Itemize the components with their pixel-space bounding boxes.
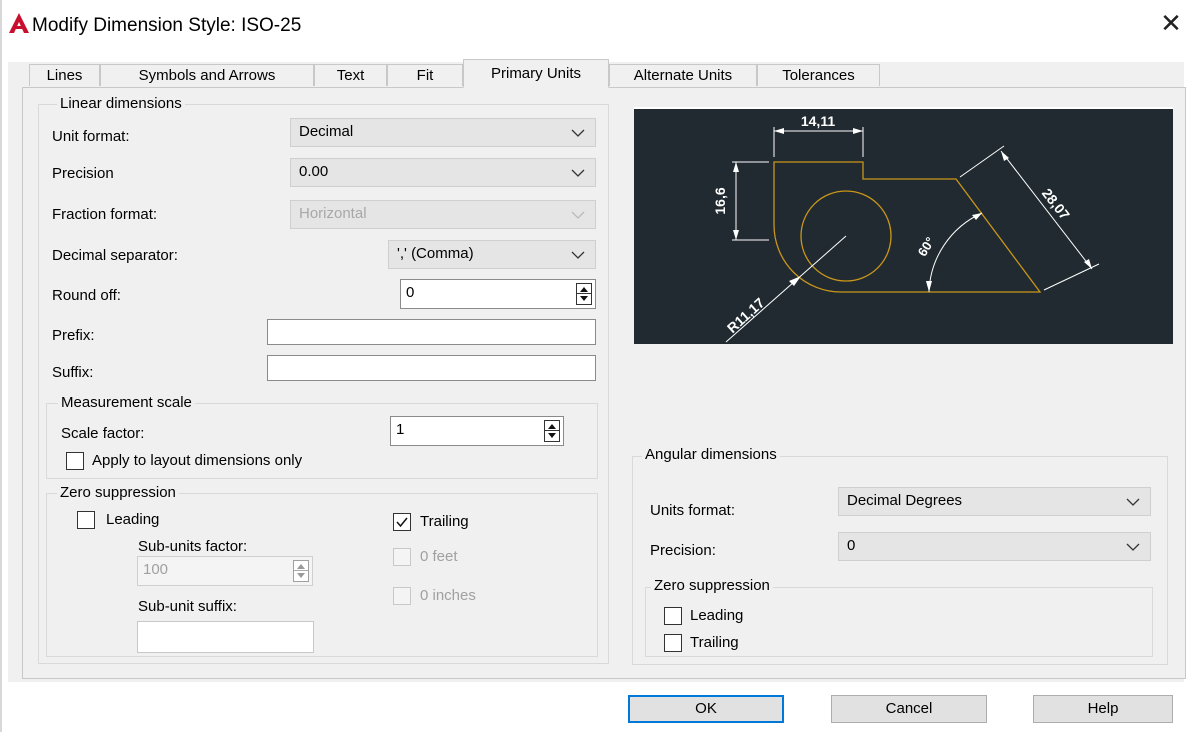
precision-label: Precision bbox=[52, 165, 114, 182]
linear-dimensions-legend: Linear dimensions bbox=[57, 95, 185, 112]
angular-precision-value: 0 bbox=[847, 537, 856, 554]
angular-units-format-label: Units format: bbox=[650, 502, 736, 519]
fraction-format-dropdown[interactable]: Horizontal bbox=[290, 200, 596, 229]
prefix-label: Prefix: bbox=[52, 327, 95, 344]
round-off-label: Round off: bbox=[52, 287, 121, 304]
chevron-down-icon bbox=[1126, 498, 1140, 506]
sub-units-factor-value: 100 bbox=[143, 561, 169, 578]
width-dimension-label: 14,11 bbox=[801, 113, 835, 129]
trailing-label: Trailing bbox=[420, 513, 469, 530]
prefix-input[interactable] bbox=[267, 319, 596, 345]
height-dimension-label: 16,6 bbox=[712, 187, 728, 214]
radius-dimension-label: R11,17 bbox=[724, 294, 768, 336]
chevron-down-icon bbox=[1126, 543, 1140, 551]
round-off-spinner[interactable]: 0 bbox=[400, 279, 596, 309]
tab-text[interactable]: Text bbox=[314, 64, 387, 86]
tab-tolerances[interactable]: Tolerances bbox=[757, 64, 880, 86]
chevron-down-icon bbox=[571, 169, 585, 177]
decimal-separator-dropdown[interactable]: ',' (Comma) bbox=[388, 240, 596, 269]
apply-layout-label: Apply to layout dimensions only bbox=[92, 452, 303, 469]
chevron-down-icon bbox=[571, 129, 585, 137]
angular-zero-suppression-legend: Zero suppression bbox=[651, 577, 773, 594]
unit-format-value: Decimal bbox=[299, 123, 354, 140]
scale-factor-value: 1 bbox=[396, 421, 405, 438]
spinner-arrows-icon[interactable] bbox=[576, 283, 592, 305]
window-title: Modify Dimension Style: ISO-25 bbox=[32, 15, 302, 36]
preview-drawing: 14,11 16,6 28,07 60° R11,17 bbox=[712, 113, 1100, 343]
measurement-scale-legend: Measurement scale bbox=[58, 394, 195, 411]
tab-fit[interactable]: Fit bbox=[387, 64, 463, 86]
checkmark-icon bbox=[396, 517, 408, 528]
angular-units-format-value: Decimal Degrees bbox=[847, 492, 963, 509]
ok-button[interactable]: OK bbox=[628, 695, 784, 723]
tab-primary-units-active[interactable]: Primary Units bbox=[463, 59, 609, 88]
precision-dropdown[interactable]: 0.00 bbox=[290, 158, 596, 187]
scale-factor-label: Scale factor: bbox=[61, 425, 145, 442]
chevron-down-icon bbox=[571, 251, 585, 259]
zero-inches-checkbox[interactable] bbox=[393, 587, 411, 605]
angular-precision-dropdown[interactable]: 0 bbox=[838, 532, 1151, 561]
angular-trailing-label: Trailing bbox=[690, 634, 739, 651]
round-off-value: 0 bbox=[406, 284, 415, 301]
sub-unit-suffix-label: Sub-unit suffix: bbox=[138, 598, 237, 615]
cancel-button[interactable]: Cancel bbox=[831, 695, 987, 723]
dimension-preview: 14,11 16,6 28,07 60° R11,17 bbox=[634, 107, 1173, 344]
tab-alternate-units[interactable]: Alternate Units bbox=[609, 64, 757, 86]
angular-precision-label: Precision: bbox=[650, 542, 716, 559]
suffix-input[interactable] bbox=[267, 355, 596, 381]
decimal-separator-label: Decimal separator: bbox=[52, 247, 178, 264]
chevron-down-icon bbox=[571, 211, 585, 219]
sub-units-factor-spinner[interactable]: 100 bbox=[137, 556, 313, 586]
autocad-a-icon bbox=[9, 13, 29, 33]
zero-feet-label: 0 feet bbox=[420, 548, 458, 565]
leading-checkbox[interactable] bbox=[77, 511, 95, 529]
tab-lines[interactable]: Lines bbox=[29, 64, 100, 86]
angular-leading-label: Leading bbox=[690, 607, 744, 624]
unit-format-label: Unit format: bbox=[52, 128, 130, 145]
zero-suppression-legend: Zero suppression bbox=[57, 484, 179, 501]
decimal-separator-value: ',' (Comma) bbox=[397, 245, 474, 262]
suffix-label: Suffix: bbox=[52, 364, 94, 381]
fraction-format-value: Horizontal bbox=[299, 205, 367, 222]
scale-factor-spinner[interactable]: 1 bbox=[390, 416, 564, 446]
angular-dimensions-legend: Angular dimensions bbox=[642, 446, 780, 463]
angle-dimension-label: 60° bbox=[915, 234, 938, 259]
diagonal-dimension-label: 28,07 bbox=[1039, 185, 1073, 223]
window-border bbox=[0, 0, 2, 732]
fraction-format-label: Fraction format: bbox=[52, 206, 158, 223]
zero-inches-label: 0 inches bbox=[420, 587, 476, 604]
apply-layout-checkbox[interactable] bbox=[66, 452, 84, 470]
close-icon[interactable]: ✕ bbox=[1158, 8, 1184, 38]
leading-label: Leading bbox=[106, 511, 160, 528]
tab-symbols-and-arrows[interactable]: Symbols and Arrows bbox=[100, 64, 314, 86]
trailing-checkbox[interactable] bbox=[393, 513, 411, 531]
angular-trailing-checkbox[interactable] bbox=[664, 634, 682, 652]
help-button[interactable]: Help bbox=[1033, 695, 1173, 723]
sub-unit-suffix-input[interactable] bbox=[137, 621, 314, 653]
angular-units-format-dropdown[interactable]: Decimal Degrees bbox=[838, 487, 1151, 516]
zero-feet-checkbox[interactable] bbox=[393, 548, 411, 566]
sub-units-factor-label: Sub-units factor: bbox=[138, 538, 248, 555]
spinner-arrows-icon[interactable] bbox=[544, 420, 560, 442]
unit-format-dropdown[interactable]: Decimal bbox=[290, 118, 596, 147]
spinner-arrows-icon[interactable] bbox=[293, 560, 309, 582]
angular-leading-checkbox[interactable] bbox=[664, 607, 682, 625]
precision-value: 0.00 bbox=[299, 163, 329, 180]
